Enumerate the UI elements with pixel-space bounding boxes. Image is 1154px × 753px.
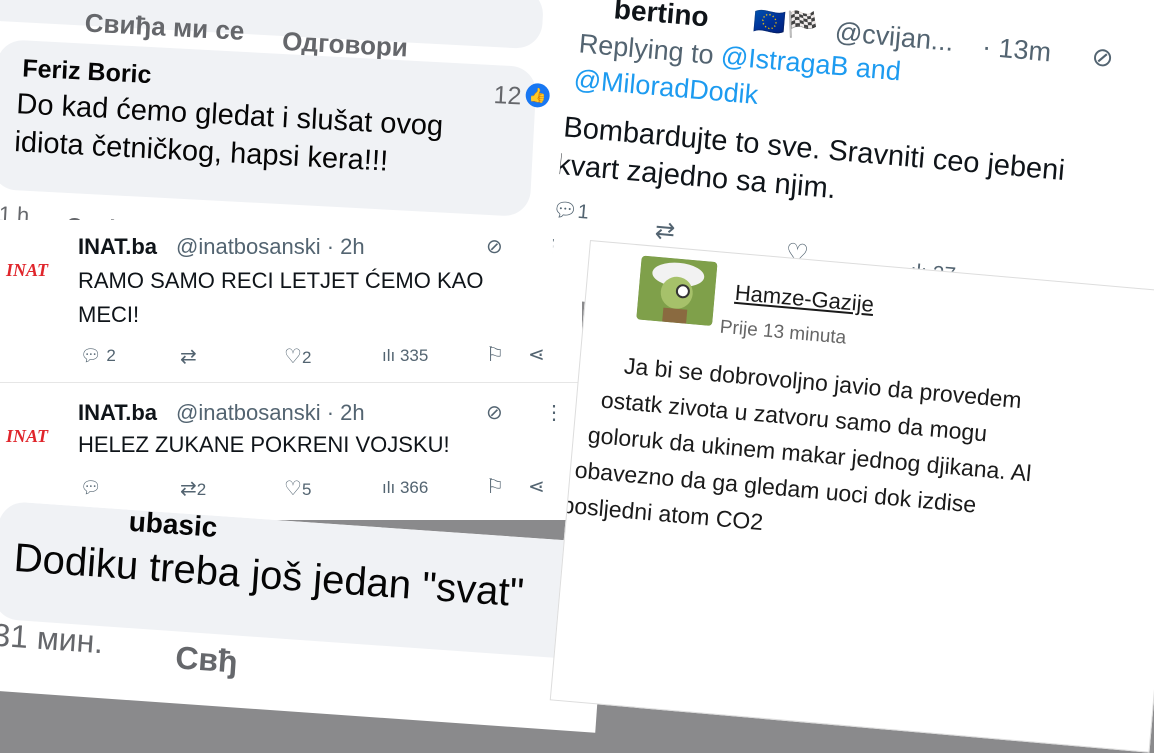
tweet-handle[interactable]: @inatbosanski · 2h <box>176 400 365 426</box>
views-button[interactable]: ılı 335 <box>382 346 428 366</box>
views-count: 366 <box>399 478 429 497</box>
more-icon[interactable]: ⋮ <box>544 400 564 425</box>
inat-logo-text: INAT <box>5 260 49 280</box>
forum-username[interactable]: Hamze-Gazije <box>734 280 875 318</box>
bookmark-icon[interactable]: ⚐ <box>486 342 504 367</box>
views-count: 335 <box>399 346 429 365</box>
tweet-author-name[interactable]: INAT.ba <box>78 234 157 260</box>
replying-to-label: Replying to <box>577 28 723 71</box>
heart-icon: ♡ <box>284 346 302 368</box>
like-count: 5 <box>301 480 312 499</box>
tweet-text-line1: HELEZ ZUKANE POKRENI VOJSKU! <box>78 432 450 457</box>
reply-count: 1 <box>576 200 590 224</box>
like-button[interactable]: ♡5 <box>284 476 311 501</box>
previous-comment-bubble <box>0 0 545 50</box>
heart-icon: ♡ <box>284 478 302 500</box>
tweet-divider <box>0 382 582 383</box>
share-icon[interactable]: ⋖ <box>528 342 545 367</box>
zombie-avatar[interactable] <box>636 255 718 326</box>
retweet-button[interactable]: ⇄2 <box>180 476 206 501</box>
forum-time: Prije 13 minuta <box>718 316 848 349</box>
tweet-text-line1: RAMO SAMO RECI LETJET ĆEMO KAO <box>78 268 484 293</box>
like-count: 2 <box>301 348 312 367</box>
facebook-comment-panel-bottom: ubasic Dodiku treba još jedan "svat" 31 … <box>0 500 609 733</box>
retweet-icon: ⇄ <box>180 478 197 500</box>
forum-comment-card: Hamze-Gazije Prije 13 minuta Ja bi se do… <box>549 240 1154 753</box>
retweet-count: 2 <box>196 480 207 499</box>
tweet-author-name[interactable]: bertino <box>613 0 710 33</box>
reply-icon: 💬︎ <box>80 478 102 497</box>
forum-text-line5: posljedni atom CO2 <box>560 491 765 536</box>
grok-icon[interactable]: ⊘ <box>1090 41 1115 74</box>
reply-count: 2 <box>106 346 116 365</box>
reply-button[interactable]: 💬︎1 <box>551 197 590 225</box>
inat-avatar[interactable]: INAT <box>4 416 60 456</box>
tweet-text-line2: MECI! <box>78 302 140 327</box>
avatar-image <box>636 255 718 326</box>
grok-icon[interactable]: ⊘ <box>486 234 503 259</box>
share-icon[interactable]: ⋖ <box>528 474 545 499</box>
tweet-time[interactable]: · 13m <box>981 32 1052 69</box>
inat-avatar[interactable]: INAT <box>4 250 60 290</box>
tweets-panel: INAT INAT.ba @inatbosanski · 2h ⊘ ⋮ RAMO… <box>0 220 582 520</box>
bookmark-icon[interactable]: ⚐ <box>486 474 504 499</box>
views-button[interactable]: ılı 366 <box>382 478 428 498</box>
inat-logo-text: INAT <box>5 426 49 446</box>
like-link[interactable]: Свђ <box>174 639 239 680</box>
views-icon: ılı <box>382 478 396 497</box>
tweet-handle[interactable]: @inatbosanski · 2h <box>176 234 365 260</box>
reply-button[interactable]: 💬︎ <box>80 478 102 498</box>
like-button[interactable]: ♡2 <box>284 344 311 369</box>
grok-icon[interactable]: ⊘ <box>486 400 503 425</box>
comment-time: 31 мин. <box>0 616 105 661</box>
reply-icon: 💬︎ <box>80 346 102 365</box>
tweet-author-name[interactable]: INAT.ba <box>78 400 157 426</box>
like-reaction-icon: 👍 <box>525 82 551 108</box>
views-icon: ılı <box>382 346 396 365</box>
reply-button[interactable]: 💬︎ 2 <box>80 346 116 366</box>
reaction-count[interactable]: 12 <box>493 81 522 111</box>
retweet-button[interactable]: ⇄ <box>180 344 197 369</box>
retweet-icon[interactable]: ⇄ <box>654 216 677 247</box>
eu-flag-icon: 🇪🇺🏁 <box>752 5 820 42</box>
retweet-icon: ⇄ <box>180 346 197 368</box>
